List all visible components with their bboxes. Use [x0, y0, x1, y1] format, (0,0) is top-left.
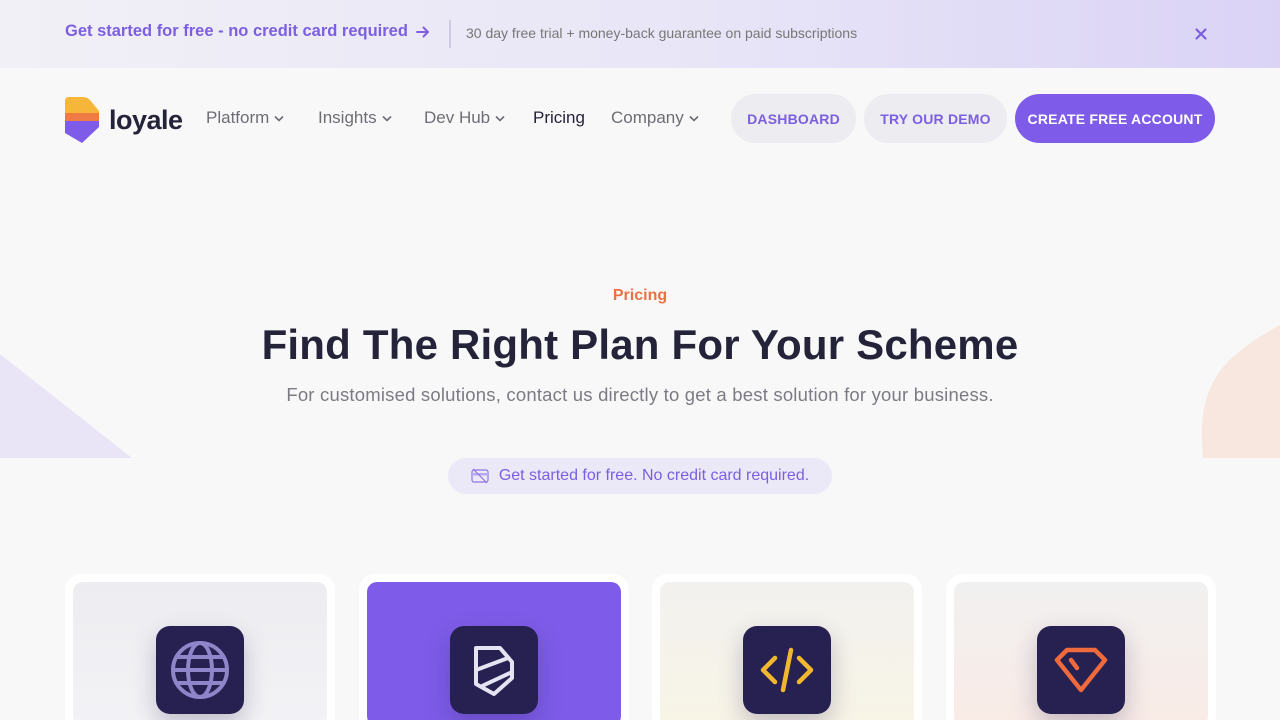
close-icon[interactable]: [1193, 26, 1209, 42]
chevron-down-icon: [274, 115, 284, 122]
get-started-link-label: Get started for free - no credit card re…: [65, 22, 408, 40]
plan-card[interactable]: [65, 574, 335, 720]
announcement-divider: [449, 20, 451, 48]
plan-card[interactable]: [946, 574, 1216, 720]
plan-icon-tile: [743, 626, 831, 714]
globe-icon: [171, 641, 229, 699]
decorative-triangle: [0, 354, 132, 458]
nav-dev-hub[interactable]: Dev Hub: [424, 108, 505, 128]
chevron-down-icon: [382, 115, 392, 122]
try-demo-button[interactable]: TRY OUR DEMO: [864, 94, 1007, 143]
plan-icon-tile: [450, 626, 538, 714]
loyale-logo-icon: [65, 97, 99, 143]
page-subtitle: For customised solutions, contact us dir…: [286, 384, 994, 405]
plan-card-header: [73, 582, 327, 720]
nav-platform[interactable]: Platform: [206, 108, 284, 128]
plan-card-header: [954, 582, 1208, 720]
diamond-icon: [1054, 647, 1108, 693]
announcement-bar: Get started for free - no credit card re…: [0, 0, 1280, 68]
nav-company-label: Company: [611, 108, 684, 127]
code-icon: [760, 647, 814, 693]
free-start-badge-text: Get started for free. No credit card req…: [498, 467, 810, 484]
plan-card[interactable]: [359, 574, 629, 720]
section-eyebrow: Pricing: [612, 287, 668, 304]
logo[interactable]: loyale: [65, 97, 183, 143]
no-credit-card-icon: [471, 468, 489, 484]
logo-text: loyale: [109, 104, 183, 135]
nav-dev-hub-label: Dev Hub: [424, 108, 491, 127]
trial-note: 30 day free trial + money-back guarantee…: [466, 25, 858, 41]
nav-insights-label: Insights: [318, 108, 377, 127]
nav-company[interactable]: Company: [611, 108, 699, 128]
free-start-badge: Get started for free. No credit card req…: [448, 458, 832, 494]
page-title: Find The Right Plan For Your Scheme: [261, 321, 1019, 368]
nav-pricing[interactable]: Pricing: [533, 108, 585, 128]
create-account-button[interactable]: CREATE FREE ACCOUNT: [1015, 94, 1215, 143]
plan-icon-tile: [1037, 626, 1125, 714]
plan-icon-tile: [156, 626, 244, 714]
arrow-right-icon: [415, 26, 429, 37]
loyale-logo-icon: [474, 646, 514, 696]
get-started-link[interactable]: Get started for free - no credit card re…: [65, 22, 430, 41]
nav-insights[interactable]: Insights: [318, 108, 392, 128]
site-header: loyale Platform Insights Dev Hub Pricing…: [0, 68, 1280, 168]
nav-pricing-label: Pricing: [533, 108, 585, 127]
plan-card[interactable]: [652, 574, 922, 720]
dashboard-button[interactable]: DASHBOARD: [731, 94, 856, 143]
chevron-down-icon: [689, 115, 699, 122]
nav-platform-label: Platform: [206, 108, 270, 127]
plan-card-header: [367, 582, 621, 720]
chevron-down-icon: [495, 115, 505, 122]
plan-card-header: [660, 582, 914, 720]
